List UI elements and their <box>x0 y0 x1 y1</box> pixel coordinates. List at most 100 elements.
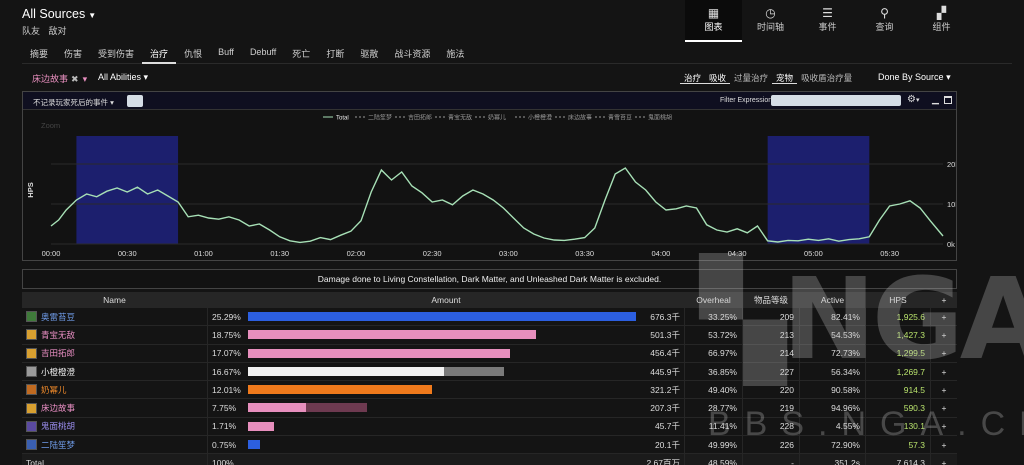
legend-entry[interactable]: 鬼面桃胡 <box>648 114 672 122</box>
metric-tab-1[interactable]: 吸收 <box>705 70 731 84</box>
column-header-label: Overheal <box>696 294 731 305</box>
expand-button[interactable]: + <box>931 326 957 343</box>
legend-entry[interactable]: 小橙橙澄 <box>528 114 552 122</box>
expand-button[interactable]: + <box>931 363 957 380</box>
table-row[interactable]: 奶幂儿 12.01% 321.2千 49.40% 220 90.58% 914.5 + <box>22 381 957 400</box>
table-row[interactable]: 吉田拓郎 17.07% 456.4千 66.97% 214 72.73% 1,299.5 + <box>22 344 957 363</box>
table-row[interactable]: 二陆笙梦 0.75% 20.1千 49.99% 226 72.90% 57.3 + <box>22 436 957 455</box>
metric-tab-2[interactable]: 过量治疗 <box>730 70 772 84</box>
tab-11[interactable]: 施法 <box>438 42 472 64</box>
column-header[interactable]: HPS <box>866 292 931 307</box>
x-tick-label: 01:30 <box>270 249 289 258</box>
legend-entry[interactable]: Total <box>336 116 349 122</box>
expand-button[interactable]: + <box>931 308 957 325</box>
legend-entry[interactable]: 青宝无敌 <box>448 114 472 122</box>
tab-7[interactable]: 死亡 <box>284 42 318 64</box>
table-row[interactable]: 青宝无敌 18.75% 501.3千 53.72% 213 54.53% 1,427.3 + <box>22 326 957 345</box>
player-name-cell[interactable]: 奶幂儿 <box>22 381 208 399</box>
column-header[interactable]: Name <box>22 292 208 307</box>
table-row[interactable]: 床边故事 7.75% 207.3千 28.77% 219 94.96% 590.3 + <box>22 399 957 418</box>
ability-filter[interactable]: All Abilities ▾ <box>98 72 148 83</box>
amount-cell: 12.01% 321.2千 <box>208 381 685 399</box>
player-name-cell[interactable]: 吉田拓郎 <box>22 344 208 362</box>
overheal-cell: 11.41% <box>685 417 743 436</box>
column-header[interactable]: Amount <box>208 292 685 307</box>
nav-list[interactable]: ☰ 事件 <box>799 0 856 42</box>
overheal-value: 36.85% <box>708 366 737 377</box>
player-name-cell[interactable]: 二陆笙梦 <box>22 436 208 454</box>
metric-tab-4[interactable]: 吸收盾治疗量 <box>797 70 856 84</box>
player-name-cell[interactable]: 奥雷苔豆 <box>22 308 208 326</box>
expand-button[interactable]: + <box>931 399 957 416</box>
player-name-cell[interactable]: 床边故事 <box>22 399 208 417</box>
player-filter[interactable]: 床边故事 ✖ ▾ <box>32 72 87 85</box>
nav-pin[interactable]: ⚲ 查询 <box>856 0 913 42</box>
tab-1[interactable]: 伤害 <box>56 42 90 64</box>
legend-entry[interactable]: 奶幂儿 <box>488 114 506 122</box>
close-icon[interactable]: ✖ <box>71 74 79 84</box>
player-name: 床边故事 <box>41 403 76 414</box>
minimize-icon[interactable]: ▁ <box>932 94 939 105</box>
nav-widgets[interactable]: ▞ 组件 <box>913 0 970 42</box>
gear-icon[interactable]: ⚙▾ <box>907 94 919 105</box>
amount-value: 456.4千 <box>650 348 680 359</box>
death-filter-dropdown[interactable]: 不记录玩家死后的事件 ▾ <box>33 97 114 108</box>
table-row[interactable]: 鬼面桃胡 1.71% 45.7千 11.41% 228 4.55% 130.1 + <box>22 417 957 437</box>
legend-entry[interactable]: 二陆笙梦 <box>368 114 392 122</box>
maximize-icon[interactable] <box>944 96 952 104</box>
column-header-label: 物品等级 <box>753 294 788 305</box>
legend-entry[interactable]: 床边故事 <box>568 114 592 122</box>
legend-entry[interactable]: 吉田拓郎 <box>408 114 432 122</box>
plus-icon: + <box>941 458 947 465</box>
nav-label: 事件 <box>818 22 837 32</box>
player-name-cell[interactable]: 鬼面桃胡 <box>22 417 208 436</box>
column-header[interactable]: Active <box>800 292 866 307</box>
tab-2[interactable]: 受到伤害 <box>90 42 142 64</box>
expand-button[interactable]: + <box>931 454 957 465</box>
tab-9[interactable]: 驱散 <box>352 42 386 64</box>
subtab-enemy[interactable]: 敌对 <box>49 26 67 36</box>
table-row[interactable]: 奥雷苔豆 25.29% 676.3千 33.25% 209 82.41% 1,925.6 + <box>22 308 957 327</box>
death-filter-toggle[interactable] <box>127 95 143 107</box>
tab-3[interactable]: 治疗 <box>142 42 177 64</box>
tab-5[interactable]: Buff <box>210 42 242 64</box>
tab-4[interactable]: 仇恨 <box>176 42 210 64</box>
filter-expression-input[interactable] <box>771 95 901 106</box>
expand-button[interactable]: + <box>931 436 957 453</box>
expand-button[interactable]: + <box>931 418 957 435</box>
source-selector[interactable]: All Sources ▼ <box>22 7 96 21</box>
hps-line-chart[interactable]: 0k 10k 20k 00:00 00:30 01:00 01:30 02:00 02:30 03… <box>23 110 956 260</box>
amount-percent: 7.75% <box>212 403 237 414</box>
hps-cell: 914.5 <box>866 381 931 399</box>
x-tick-label: 02:00 <box>347 249 366 258</box>
active-value: 4.55% <box>835 421 860 432</box>
nav-grid[interactable]: ▦ 图表 <box>685 0 742 42</box>
active-cell: 94.96% <box>800 399 866 417</box>
metric-tab-0[interactable]: 治疗 <box>680 70 706 84</box>
nav-clock[interactable]: ◷ 时间轴 <box>742 0 799 42</box>
expand-button[interactable]: + <box>931 345 957 362</box>
tab-10[interactable]: 战斗资源 <box>386 42 438 64</box>
done-by-selector[interactable]: Done By Source ▾ <box>878 72 951 83</box>
subtab-friendly[interactable]: 队友 <box>22 26 40 36</box>
total-active-cell: 351.2s <box>800 454 866 465</box>
column-header[interactable]: 物品等级 <box>743 292 800 307</box>
hps-value: 130.1 <box>903 421 925 432</box>
player-name: 小橙橙澄 <box>41 366 76 377</box>
column-header[interactable]: Overheal <box>685 292 743 307</box>
player-name-cell[interactable]: 小橙橙澄 <box>22 362 208 381</box>
hps-value: 1,269.7 <box>896 366 925 377</box>
player-name-cell[interactable]: 青宝无敌 <box>22 326 208 344</box>
overheal-cell: 66.97% <box>685 344 743 362</box>
tab-8[interactable]: 打断 <box>318 42 352 64</box>
table-row[interactable]: 小橙橙澄 16.67% 445.9千 36.85% 227 56.34% 1,269.7 + <box>22 362 957 382</box>
legend-entry[interactable]: 青雪苔豆 <box>608 114 632 122</box>
expand-button[interactable]: + <box>931 381 957 398</box>
tab-6[interactable]: Debuff <box>242 42 284 64</box>
tab-0[interactable]: 摘要 <box>22 42 56 64</box>
spec-icon <box>26 402 37 414</box>
amount-bar-secondary <box>443 366 504 376</box>
overheal-cell: 49.40% <box>685 381 743 399</box>
metric-tab-3[interactable]: 宠物 <box>772 70 798 84</box>
column-header[interactable]: + <box>931 292 957 307</box>
